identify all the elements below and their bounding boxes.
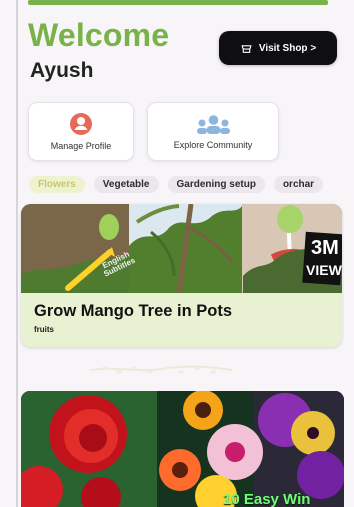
views-label: VIEW: [306, 262, 342, 278]
video-thumbnail: [21, 204, 342, 293]
top-accent-line: [28, 0, 328, 5]
profile-icon: [70, 113, 92, 135]
category-chips: Flowers Vegetable Gardening setup orchar: [29, 176, 324, 193]
category-chip-gardening-setup[interactable]: Gardening setup: [167, 176, 265, 193]
visit-shop-label: Visit Shop >: [258, 42, 317, 54]
manage-profile-label: Manage Profile: [50, 141, 112, 151]
video-card-flowers[interactable]: [21, 391, 344, 507]
welcome-heading: Welcome: [28, 17, 170, 53]
explore-community-label: Explore Community: [173, 140, 253, 150]
category-chip-vegetable[interactable]: Vegetable: [93, 176, 159, 193]
video-card-mango[interactable]: English Subtitles 3M VIEW Grow Mango Tre…: [21, 204, 342, 347]
views-count: 3M: [311, 237, 339, 259]
flowers-video-caption: 10 Easy Win: [223, 491, 311, 507]
decorative-vine-divider: [90, 365, 233, 374]
visit-shop-button[interactable]: Visit Shop >: [219, 31, 337, 65]
manage-profile-button[interactable]: Manage Profile: [28, 102, 134, 161]
explore-community-button[interactable]: Explore Community: [147, 102, 279, 161]
left-divider: [16, 0, 18, 507]
video-title: Grow Mango Tree in Pots: [34, 302, 233, 320]
category-chip-flowers[interactable]: Flowers: [29, 176, 85, 193]
app-screen: Welcome Ayush Visit Shop > Manage Profil…: [0, 0, 354, 507]
shop-icon: [241, 44, 252, 53]
user-name: Ayush: [30, 59, 94, 82]
flowers-thumbnail: [21, 391, 344, 507]
community-icon: [196, 115, 230, 134]
video-category: fruits: [34, 325, 54, 334]
category-chip-orchard[interactable]: orchar: [273, 176, 324, 193]
